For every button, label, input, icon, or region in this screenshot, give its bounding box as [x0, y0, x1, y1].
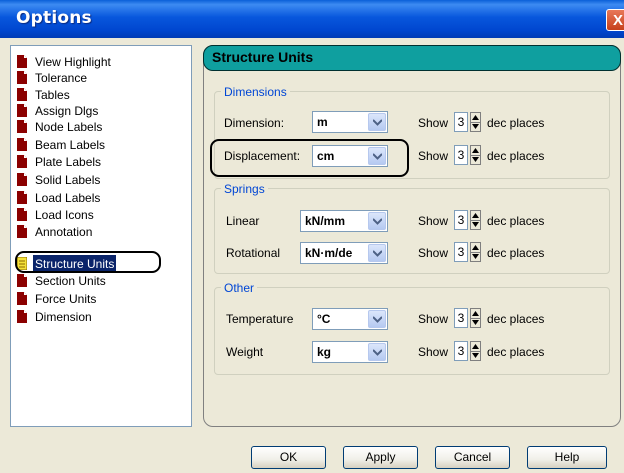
tree-item-label: Load Icons — [35, 208, 94, 222]
page-icon — [17, 71, 27, 84]
weight-show-label: Show — [418, 345, 449, 359]
help-button[interactable]: Help — [527, 446, 607, 469]
springs-group — [214, 188, 610, 274]
page-icon — [17, 55, 27, 68]
linear-label: Linear — [226, 214, 260, 228]
page-icon — [17, 274, 27, 287]
dimension-unit-value: m — [317, 115, 328, 129]
page-icon — [17, 310, 27, 323]
weight-label: Weight — [226, 345, 264, 359]
page-icon — [17, 208, 27, 221]
dimension-show-label: Show — [418, 116, 449, 130]
chevron-down-icon[interactable] — [368, 212, 386, 230]
tree-item-label: Force Units — [35, 292, 97, 306]
window-title: Options — [16, 8, 92, 28]
arrow-down-icon[interactable] — [471, 252, 480, 261]
displacement-highlight-oval — [210, 139, 409, 177]
page-icon — [17, 138, 27, 151]
linear-show-label: Show — [418, 214, 449, 228]
title-bar[interactable]: Options X — [0, 0, 624, 38]
arrow-down-icon[interactable] — [471, 122, 480, 131]
rotational-label: Rotational — [226, 246, 281, 260]
page-icon — [17, 292, 27, 305]
rotational-decimals-spinner[interactable] — [470, 242, 481, 262]
tree-item-label: Node Labels — [35, 120, 103, 134]
close-icon: X — [612, 12, 623, 29]
selection-highlight-oval — [15, 251, 161, 273]
chevron-down-icon[interactable] — [368, 343, 386, 361]
linear-decimals-spinner[interactable] — [470, 210, 481, 230]
weight-decimals-input[interactable]: 3 — [454, 341, 468, 361]
page-icon — [17, 155, 27, 168]
temperature-dec-places-label: dec places — [487, 312, 545, 326]
weight-unit-select[interactable]: kg — [312, 341, 388, 363]
linear-dec-places-label: dec places — [487, 214, 545, 228]
chevron-down-icon[interactable] — [368, 113, 386, 131]
dimension-dec-places-label: dec places — [487, 116, 545, 130]
temperature-label: Temperature — [226, 312, 294, 326]
weight-unit-value: kg — [317, 345, 332, 359]
rotational-show-label: Show — [418, 246, 449, 260]
temperature-unit-value: °C — [317, 312, 331, 326]
arrow-down-icon[interactable] — [471, 220, 480, 229]
linear-unit-value: kN/mm — [305, 214, 346, 228]
dimension-label: Dimension: — [224, 116, 285, 130]
weight-dec-places-label: dec places — [487, 345, 545, 359]
displacement-decimals-input[interactable]: 3 — [454, 145, 468, 165]
page-icon — [17, 191, 27, 204]
temperature-decimals-input[interactable]: 3 — [454, 308, 468, 328]
ok-button[interactable]: OK — [251, 446, 326, 469]
linear-unit-select[interactable]: kN/mm — [300, 210, 388, 232]
tree-item-label: Tolerance — [35, 71, 88, 85]
displacement-decimals-spinner[interactable] — [470, 145, 481, 165]
page-icon — [17, 104, 27, 117]
page-icon — [17, 120, 27, 133]
temperature-unit-select[interactable]: °C — [312, 308, 388, 330]
page-icon — [17, 88, 27, 101]
dimension-decimals-input[interactable]: 3 — [454, 112, 468, 132]
tree-item-label: Plate Labels — [35, 155, 102, 169]
chevron-down-icon[interactable] — [368, 244, 386, 262]
springs-group-title: Springs — [221, 182, 268, 196]
cancel-button[interactable]: Cancel — [435, 446, 510, 469]
close-button[interactable]: X — [606, 9, 624, 31]
tree-item-label: Section Units — [35, 274, 106, 288]
panel-header: Structure Units — [203, 45, 621, 71]
arrow-down-icon[interactable] — [471, 351, 480, 360]
dimensions-group-title: Dimensions — [221, 85, 290, 99]
rotational-decimals-input[interactable]: 3 — [454, 242, 468, 262]
tree-item-label: Dimension — [35, 310, 92, 324]
tree-item-label: Beam Labels — [35, 138, 106, 152]
temperature-show-label: Show — [418, 312, 449, 326]
page-icon — [17, 225, 27, 238]
arrow-down-icon[interactable] — [471, 155, 480, 164]
other-group — [214, 287, 610, 375]
rotational-unit-value: kN·m/de — [305, 246, 353, 260]
page-icon — [17, 173, 27, 186]
other-group-title: Other — [221, 281, 258, 295]
arrow-down-icon[interactable] — [471, 318, 480, 327]
apply-button[interactable]: Apply — [343, 446, 418, 469]
tree-item-label: Solid Labels — [35, 173, 101, 187]
rotational-dec-places-label: dec places — [487, 246, 545, 260]
chevron-down-icon[interactable] — [368, 310, 386, 328]
tree-item-label: Annotation — [35, 225, 93, 239]
options-dialog: Options X View Highlight Tolerance Table… — [0, 0, 624, 473]
options-tree[interactable]: View Highlight Tolerance Tables Assign D… — [10, 45, 192, 427]
displacement-dec-places-label: dec places — [487, 149, 545, 163]
weight-decimals-spinner[interactable] — [470, 341, 481, 361]
panel-title: Structure Units — [212, 49, 314, 65]
dimension-decimals-spinner[interactable] — [470, 112, 481, 132]
linear-decimals-input[interactable]: 3 — [454, 210, 468, 230]
displacement-show-label: Show — [418, 149, 449, 163]
temperature-decimals-spinner[interactable] — [470, 308, 481, 328]
tree-item-label: Load Labels — [35, 191, 101, 205]
dimension-unit-select[interactable]: m — [312, 111, 388, 133]
rotational-unit-select[interactable]: kN·m/de — [300, 242, 388, 264]
